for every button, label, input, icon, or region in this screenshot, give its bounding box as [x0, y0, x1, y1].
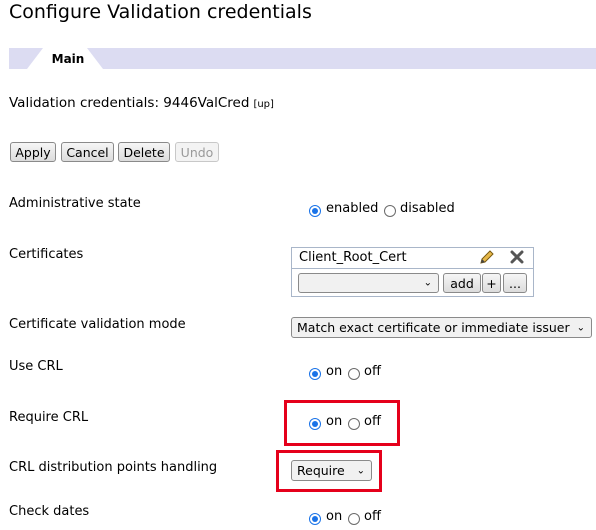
- certificate-item-name: Client_Root_Cert: [299, 250, 407, 265]
- tab-main-label[interactable]: Main: [27, 52, 109, 66]
- chevron-down-icon: ⌄: [356, 465, 365, 476]
- admin-state-enabled-label[interactable]: enabled: [326, 201, 378, 216]
- add-certificate-button[interactable]: add: [443, 273, 481, 293]
- cert-validation-mode-select[interactable]: Match exact certificate or immediate iss…: [291, 317, 592, 338]
- require-crl-off-radio[interactable]: [348, 418, 360, 430]
- require-crl-on-radio[interactable]: [309, 418, 321, 430]
- apply-button[interactable]: Apply: [10, 142, 56, 162]
- delete-x-icon[interactable]: [509, 249, 525, 265]
- cert-validation-mode-value: Match exact certificate or immediate iss…: [297, 320, 570, 335]
- page-title: Configure Validation credentials: [9, 1, 312, 23]
- check-dates-off-radio[interactable]: [348, 513, 360, 525]
- use-crl-on-radio[interactable]: [309, 368, 321, 380]
- certificates-label: Certificates: [9, 247, 84, 262]
- use-crl-off-radio[interactable]: [348, 368, 360, 380]
- object-title: Validation credentials: 9446ValCred [up]: [9, 95, 274, 111]
- admin-state-disabled-label[interactable]: disabled: [400, 201, 455, 216]
- delete-button[interactable]: Delete: [118, 142, 170, 162]
- crl-dp-handling-value: Require: [297, 463, 345, 478]
- admin-state-label: Administrative state: [9, 196, 141, 211]
- certificates-divider: [292, 268, 533, 269]
- use-crl-off-label[interactable]: off: [364, 364, 381, 379]
- admin-state-enabled-radio[interactable]: [309, 205, 321, 217]
- chevron-down-icon: ⌄: [576, 322, 585, 333]
- up-link[interactable]: [up]: [253, 99, 274, 110]
- check-dates-on-radio[interactable]: [309, 513, 321, 525]
- require-crl-off-label[interactable]: off: [364, 414, 381, 429]
- certificate-picker-select[interactable]: ⌄: [298, 273, 439, 293]
- check-dates-label: Check dates: [9, 504, 90, 519]
- crl-dp-handling-select[interactable]: Require ⌄: [291, 460, 372, 481]
- object-title-text: Validation credentials: 9446ValCred: [9, 95, 250, 111]
- admin-state-disabled-radio[interactable]: [384, 205, 396, 217]
- undo-button: Undo: [175, 142, 219, 162]
- crl-dp-handling-label: CRL distribution points handling: [9, 460, 218, 475]
- check-dates-off-label[interactable]: off: [364, 509, 381, 524]
- check-dates-on-label[interactable]: on: [326, 509, 342, 524]
- chevron-down-icon: ⌄: [423, 277, 432, 289]
- cert-validation-mode-label: Certificate validation mode: [9, 317, 186, 332]
- use-crl-on-label[interactable]: on: [326, 364, 342, 379]
- require-crl-on-label[interactable]: on: [326, 414, 342, 429]
- edit-pencil-icon[interactable]: [477, 248, 497, 266]
- create-certificate-button[interactable]: +: [482, 273, 501, 293]
- require-crl-label: Require CRL: [9, 410, 89, 425]
- cancel-button[interactable]: Cancel: [61, 142, 114, 162]
- browse-certificate-button[interactable]: ...: [503, 273, 527, 293]
- use-crl-label: Use CRL: [9, 359, 63, 374]
